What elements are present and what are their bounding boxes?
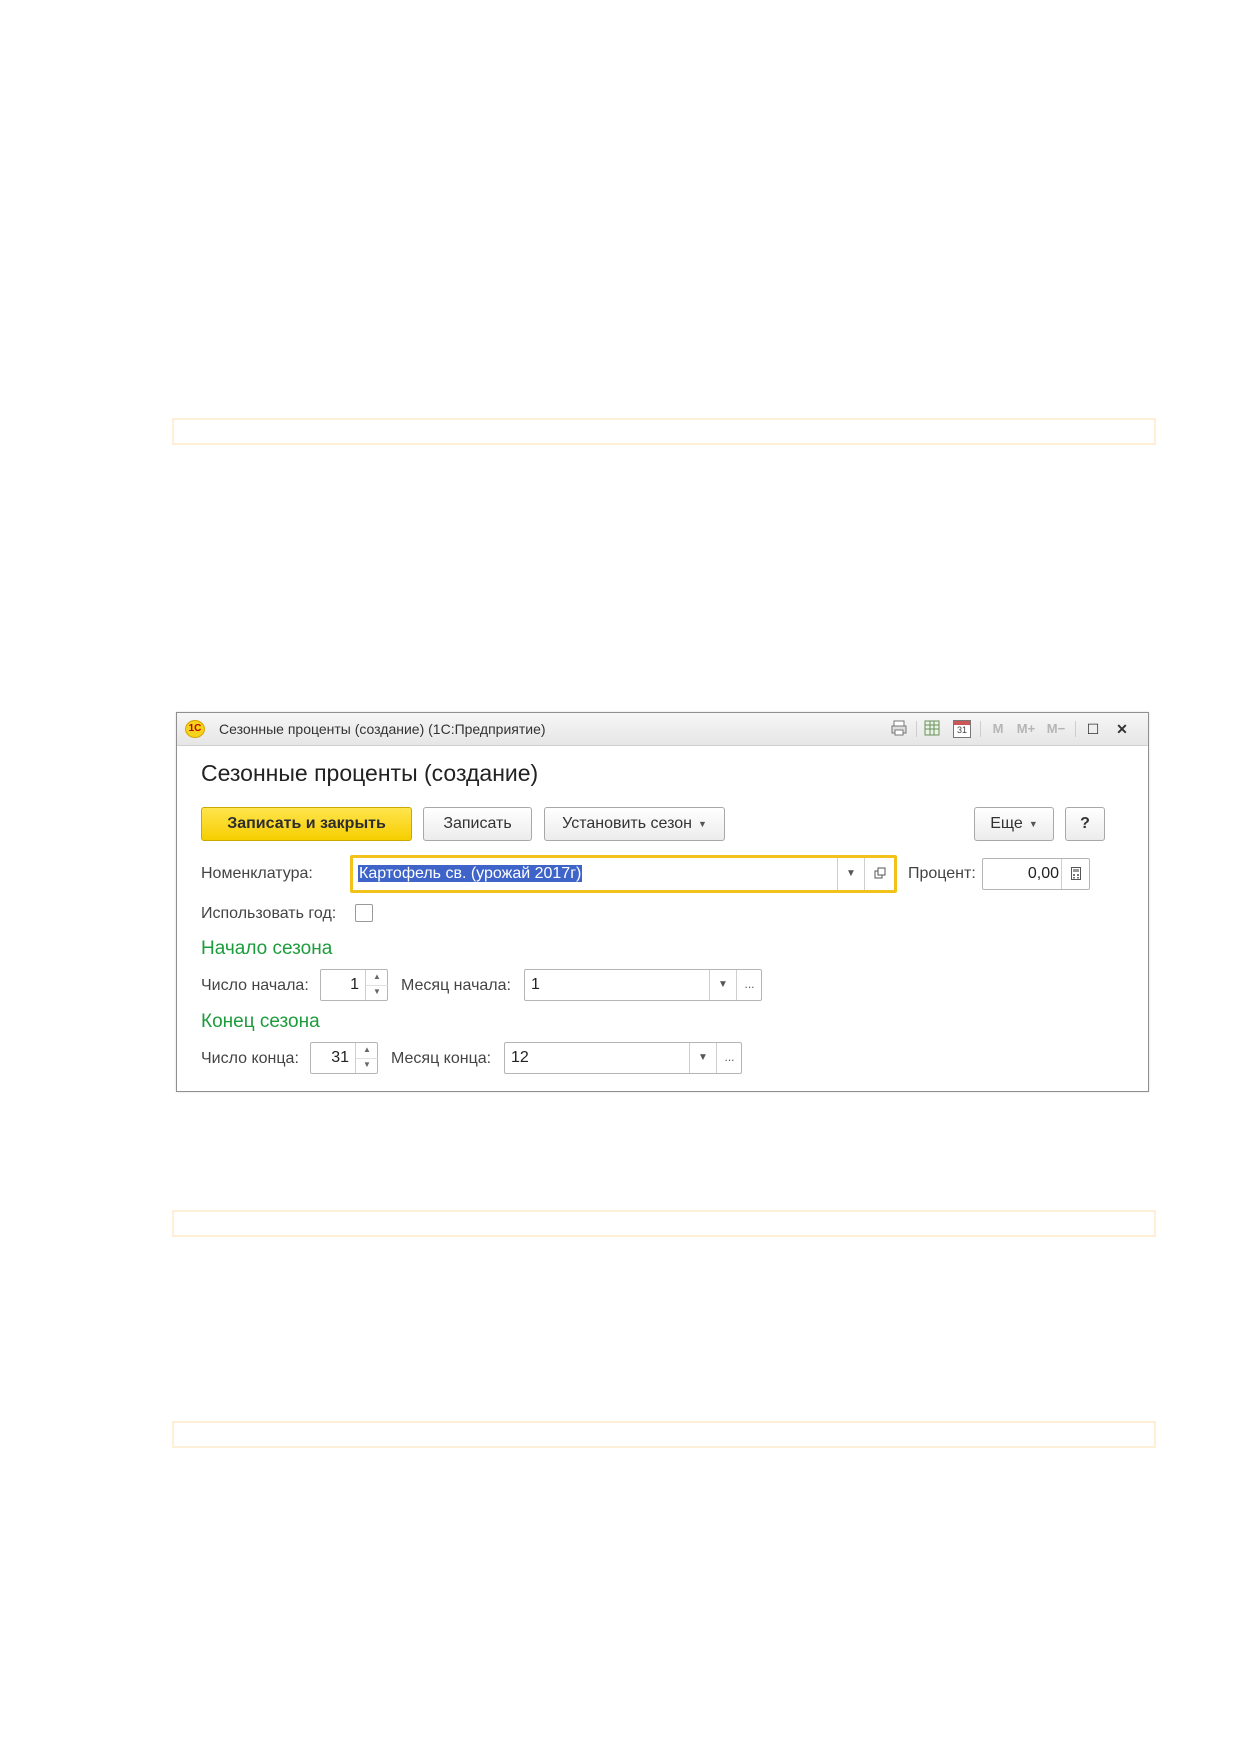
spin-up-icon[interactable]: ▲ xyxy=(366,970,388,986)
set-season-label: Установить сезон xyxy=(562,815,692,833)
start-day-spinner[interactable]: ▲ ▼ xyxy=(365,970,388,1000)
start-month-value: 1 xyxy=(531,976,540,993)
more-button[interactable]: Еще ▼ xyxy=(974,807,1054,841)
dropdown-arrow-icon: ▼ xyxy=(697,819,707,829)
end-month-field[interactable]: 12 ▼ ... xyxy=(504,1042,742,1074)
open-item-icon[interactable] xyxy=(864,858,895,890)
toolbar-separator xyxy=(1075,721,1076,737)
dropdown-arrow-icon[interactable]: ▼ xyxy=(689,1043,716,1073)
dropdown-arrow-icon: ▼ xyxy=(1028,819,1038,829)
percent-value: 0,00 xyxy=(1027,865,1059,882)
end-month-label: Месяц конца: xyxy=(391,1050,492,1067)
close-icon[interactable]: ✕ xyxy=(1111,719,1133,739)
nomenclature-label: Номенклатура: xyxy=(201,865,313,882)
page-frame-middle xyxy=(172,1210,1156,1237)
save-and-close-button[interactable]: Записать и закрыть xyxy=(201,807,412,841)
memory-button[interactable]: M xyxy=(989,719,1007,739)
app-logo-icon: 1С xyxy=(185,720,205,738)
start-day-label: Число начала: xyxy=(201,977,309,994)
page-frame-bottom xyxy=(172,1421,1156,1448)
page-frame-top xyxy=(172,418,1156,445)
spin-up-icon[interactable]: ▲ xyxy=(356,1043,378,1059)
end-day-field[interactable]: 31 ▲ ▼ xyxy=(310,1042,378,1074)
end-day-spinner[interactable]: ▲ ▼ xyxy=(355,1043,378,1073)
end-day-value: 31 xyxy=(331,1049,349,1066)
nomenclature-value: Картофель св. (урожай 2017г) xyxy=(358,865,583,882)
end-day-label: Число конца: xyxy=(201,1050,299,1067)
select-button[interactable]: ... xyxy=(716,1043,742,1073)
start-month-field[interactable]: 1 ▼ ... xyxy=(524,969,762,1001)
title-bar: 1С Сезонные проценты (создание) (1С:Пред… xyxy=(177,713,1148,746)
spin-down-icon[interactable]: ▼ xyxy=(356,1058,378,1073)
start-day-field[interactable]: 1 ▲ ▼ xyxy=(320,969,388,1001)
memory-minus-button[interactable]: M− xyxy=(1043,719,1069,739)
use-year-label: Использовать год: xyxy=(201,905,337,922)
end-month-value: 12 xyxy=(511,1049,529,1066)
dropdown-arrow-icon[interactable]: ▼ xyxy=(709,970,736,1000)
dropdown-arrow-icon[interactable]: ▼ xyxy=(837,858,864,890)
season-end-heading: Конец сезона xyxy=(201,1011,320,1032)
calendar-day: 31 xyxy=(956,725,967,735)
maximize-icon[interactable]: ☐ xyxy=(1082,719,1104,739)
spreadsheet-icon[interactable] xyxy=(921,719,943,739)
set-season-button[interactable]: Установить сезон ▼ xyxy=(544,807,725,841)
season-start-heading: Начало сезона xyxy=(201,938,333,959)
print-icon[interactable] xyxy=(888,719,910,739)
start-month-label: Месяц начала: xyxy=(401,977,511,994)
percent-field[interactable]: 0,00 xyxy=(982,858,1090,890)
window-title: Сезонные проценты (создание) (1С:Предпри… xyxy=(219,721,546,737)
save-button[interactable]: Записать xyxy=(423,807,532,841)
use-year-checkbox[interactable] xyxy=(355,904,373,922)
calendar-icon[interactable]: 31 xyxy=(951,719,973,739)
help-button[interactable]: ? xyxy=(1065,807,1105,841)
select-button[interactable]: ... xyxy=(736,970,762,1000)
spin-down-icon[interactable]: ▼ xyxy=(366,985,388,1000)
form-title: Сезонные проценты (создание) xyxy=(201,760,539,786)
toolbar-separator xyxy=(916,721,917,737)
more-label: Еще xyxy=(990,815,1023,833)
percent-label: Процент: xyxy=(908,865,976,882)
start-day-value: 1 xyxy=(350,976,359,993)
memory-plus-button[interactable]: M+ xyxy=(1013,719,1039,739)
calculator-icon[interactable] xyxy=(1061,859,1090,889)
toolbar-separator xyxy=(980,721,981,737)
app-window: 1С Сезонные проценты (создание) (1С:Пред… xyxy=(176,712,1149,1092)
nomenclature-field[interactable]: Картофель св. (урожай 2017г) ▼ xyxy=(350,855,897,893)
